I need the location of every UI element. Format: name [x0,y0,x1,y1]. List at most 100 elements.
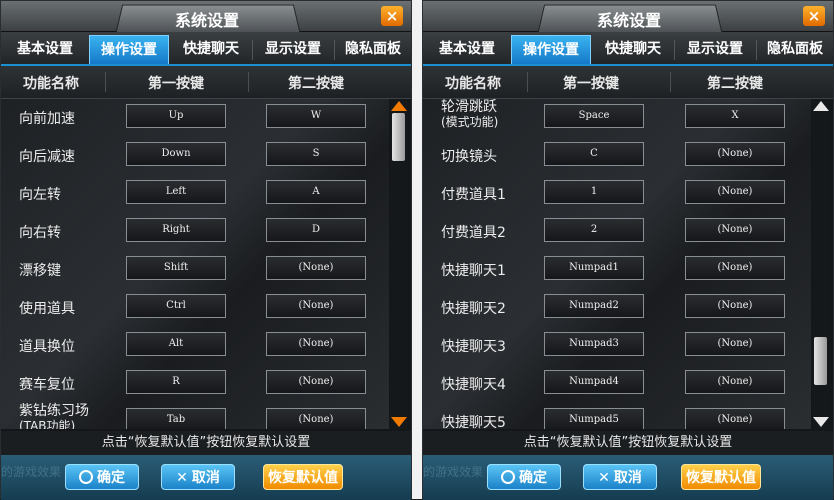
tab-privacy[interactable]: 隐私面板 [333,35,413,64]
key1-button[interactable]: Tab [126,408,226,429]
key2-button[interactable]: (None) [685,294,785,318]
key2-button[interactable]: X [685,104,785,128]
keybind-row: 紫钻练习场 (TAB功能) Tab (None) [1,403,389,429]
key1-button[interactable]: Alt [126,332,226,356]
keybind-list[interactable]: 轮滑跳跃 (模式功能) Space X 切换镜头 C (None) 付费道具1 1… [423,99,811,429]
close-button[interactable]: × [803,6,825,26]
tab-basic[interactable]: 基本设置 [427,35,507,64]
column-key1: 第一按键 [148,76,204,92]
tab-basic[interactable]: 基本设置 [5,35,85,64]
column-separator [105,72,106,92]
tab-display[interactable]: 显示设置 [253,35,333,64]
footer-bar: 的游戏效果 确定 ✕ 取消 恢复默认值 [1,455,411,500]
tab-display[interactable]: 显示设置 [675,35,755,64]
key1-button[interactable]: Numpad3 [544,332,644,356]
column-name: 功能名称 [23,76,79,92]
tab-privacy[interactable]: 隐私面板 [755,35,834,64]
key1-button[interactable]: Numpad1 [544,256,644,280]
key1-button[interactable]: Left [126,180,226,204]
key1-button[interactable]: Ctrl [126,294,226,318]
scroll-thumb[interactable] [814,337,827,385]
tab-bar: 基本设置 操作设置 快捷聊天 显示设置 隐私面板 [1,32,411,66]
key2-button[interactable]: (None) [685,370,785,394]
reset-defaults-button[interactable]: 恢复默认值 [263,464,343,490]
key2-button[interactable]: W [266,104,366,128]
key1-button[interactable]: Up [126,104,226,128]
row-label: 付费道具1 [441,187,506,203]
key2-button[interactable]: (None) [685,180,785,204]
key2-button[interactable]: S [266,142,366,166]
key1-button[interactable]: 2 [544,218,644,242]
keybind-row: 向前加速 Up W [1,99,389,137]
row-label: 向前加速 [19,111,75,127]
key2-button[interactable]: A [266,180,366,204]
reset-defaults-button[interactable]: 恢复默认值 [681,464,761,490]
scroll-down-arrow-icon[interactable] [813,417,829,427]
keybind-row: 道具换位 Alt (None) [1,327,389,365]
key1-button[interactable]: Numpad2 [544,294,644,318]
ok-button[interactable]: 确定 [65,464,139,490]
key1-button[interactable]: Down [126,142,226,166]
key2-button[interactable]: (None) [685,408,785,429]
key2-button[interactable]: (None) [266,256,366,280]
tab-controls[interactable]: 操作设置 [89,35,169,64]
row-label: 使用道具 [19,301,75,317]
settings-window-left: 系统设置 × 基本设置 操作设置 快捷聊天 显示设置 隐私面板 功能名称 第一按… [0,0,412,500]
key1-button[interactable]: R [126,370,226,394]
tab-controls[interactable]: 操作设置 [511,35,591,64]
key2-button[interactable]: (None) [685,256,785,280]
row-label: 赛车复位 [19,377,75,393]
key2-button[interactable]: (None) [685,142,785,166]
cancel-label: 取消 [191,470,220,486]
panel-gap [412,0,422,499]
row-label-sub: (模式功能) [441,115,499,129]
scroll-thumb[interactable] [392,113,405,161]
keybind-row: 快捷聊天3 Numpad3 (None) [423,327,811,365]
scroll-down-arrow-icon[interactable] [391,417,407,427]
key1-button[interactable]: Numpad5 [544,408,644,429]
tab-quick-chat[interactable]: 快捷聊天 [593,35,673,64]
key2-button[interactable]: D [266,218,366,242]
key1-button[interactable]: Space [544,104,644,128]
row-label: 快捷聊天4 [441,377,506,393]
key1-button[interactable]: 1 [544,180,644,204]
key2-button[interactable]: (None) [266,294,366,318]
scrollbar[interactable] [812,99,830,429]
close-button[interactable]: × [381,6,403,26]
cancel-button[interactable]: ✕ 取消 [161,464,235,490]
key2-button[interactable]: (None) [266,408,366,429]
key2-button[interactable]: (None) [266,370,366,394]
key1-button[interactable]: Right [126,218,226,242]
tab-quick-chat[interactable]: 快捷聊天 [171,35,251,64]
title-bar[interactable]: 系统设置 × [1,1,411,33]
title-bar[interactable]: 系统设置 × [423,1,833,33]
window-title: 系统设置 [596,11,661,30]
close-icon: × [807,7,821,25]
key1-button[interactable]: Numpad4 [544,370,644,394]
key1-button[interactable]: C [544,142,644,166]
row-label-main: 轮滑跳跃 [441,99,497,115]
column-separator [670,72,671,92]
key2-button[interactable]: (None) [685,218,785,242]
ok-button[interactable]: 确定 [487,464,561,490]
column-name: 功能名称 [445,76,501,92]
keybind-row: 快捷聊天5 Numpad5 (None) [423,403,811,429]
scroll-up-arrow-icon[interactable] [813,101,829,111]
key1-button[interactable]: Shift [126,256,226,280]
key2-button[interactable]: (None) [685,332,785,356]
keybind-row: 向右转 Right D [1,213,389,251]
keybind-row: 向左转 Left A [1,175,389,213]
cancel-button[interactable]: ✕ 取消 [583,464,657,490]
row-label: 轮滑跳跃 (模式功能) [441,100,498,130]
row-label: 付费道具2 [441,225,506,241]
keybind-row: 轮滑跳跃 (模式功能) Space X [423,99,811,137]
key2-button[interactable]: (None) [266,332,366,356]
scroll-up-arrow-icon[interactable] [391,101,407,111]
row-label: 快捷聊天5 [441,415,506,429]
keybind-row: 赛车复位 R (None) [1,365,389,403]
scrollbar[interactable] [390,99,408,429]
column-header: 功能名称 第一按键 第二按键 [1,66,411,99]
keybind-list[interactable]: 向前加速 Up W 向后减速 Down S 向左转 Left A 向右转 Rig… [1,99,389,429]
row-label: 道具换位 [19,339,75,355]
row-label: 向后减速 [19,149,75,165]
